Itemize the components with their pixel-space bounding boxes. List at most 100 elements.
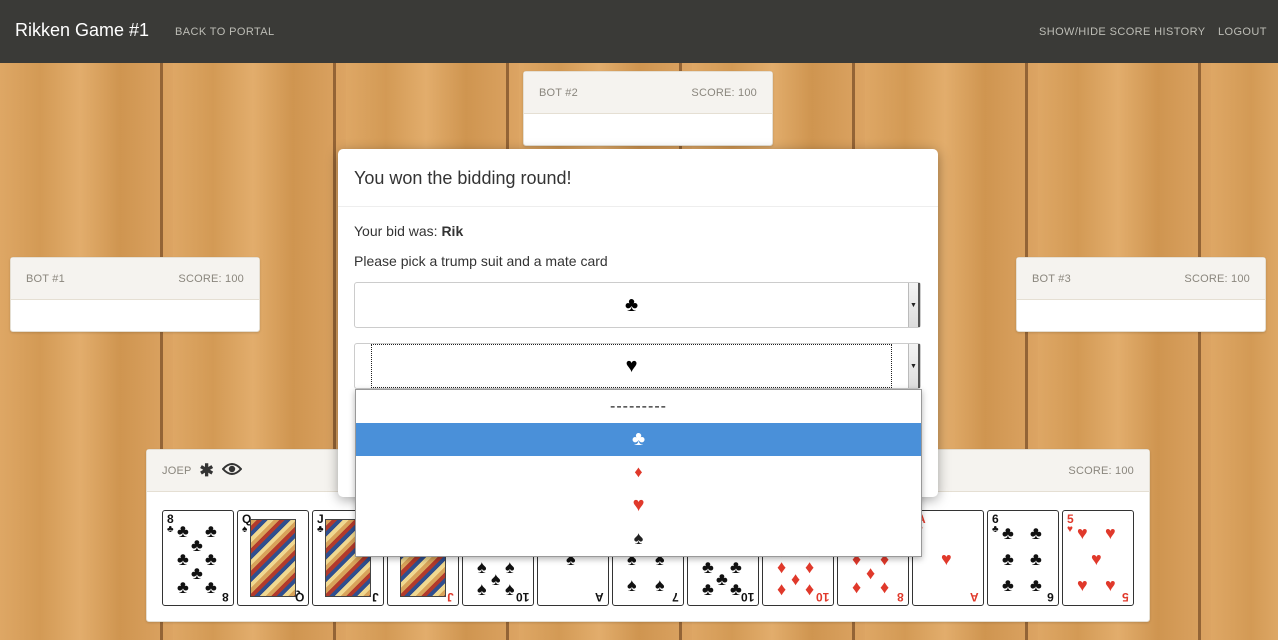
card-pip-icon: ♦ xyxy=(791,569,801,589)
mate-card-value: ♥ xyxy=(625,354,638,377)
mate-dropdown-arrow-icon[interactable]: ▼ xyxy=(908,344,920,388)
card-pip-icon: ♣ xyxy=(1002,523,1014,543)
bot-2-header: BOT #2 SCORE: 100 xyxy=(524,72,772,114)
card-pip-icon: ♣ xyxy=(1030,549,1042,569)
card-pip-icon: ♦ xyxy=(777,557,787,577)
navbar: Rikken Game #1 BACK TO PORTAL SHOW/HIDE … xyxy=(0,0,1278,63)
card-rank-bottom: 10 xyxy=(740,590,754,604)
card-pip-icon: ♦ xyxy=(805,557,815,577)
card-rank-bottom: A xyxy=(970,590,979,604)
bot-1-score: SCORE: 100 xyxy=(178,272,244,285)
option-diamonds[interactable]: ♦ xyxy=(356,456,921,489)
card-rank-bottom: J xyxy=(447,590,454,604)
playing-card[interactable]: 8 ♣ ♣ ♣ ♣ ♣ ♣ ♣ ♣ ♣ 8 xyxy=(162,510,234,606)
bot-3-score: SCORE: 100 xyxy=(1184,272,1250,285)
card-pip-icon: ♣ xyxy=(730,557,742,577)
card-suit-icon: ♣ xyxy=(167,524,174,535)
option-clubs[interactable]: ♣ xyxy=(356,423,921,456)
mate-card-dropdown-list[interactable]: --------- ♣ ♦ ♥ ♠ xyxy=(355,389,922,557)
player-info: JOEP ✱ xyxy=(162,460,243,481)
card-rank-bottom: 7 xyxy=(672,590,679,604)
card-pip-icon: ♣ xyxy=(1002,575,1014,595)
card-rank-bottom: 8 xyxy=(222,590,229,604)
eye-icon[interactable] xyxy=(221,462,243,479)
bid-prefix: Your bid was: xyxy=(354,223,442,239)
card-pip-icon: ♥ xyxy=(1077,523,1088,543)
card-rank-bottom: A xyxy=(595,590,604,604)
trump-dropdown-arrow-icon[interactable]: ▼ xyxy=(908,283,920,327)
card-pip-icon: ♦ xyxy=(777,579,787,599)
card-pip-icon: ♠ xyxy=(655,575,665,595)
card-pip-icon: ♣ xyxy=(702,557,714,577)
back-to-portal-link[interactable]: BACK TO PORTAL xyxy=(175,26,275,38)
card-rank-bottom: J xyxy=(372,590,379,604)
mate-card-select[interactable]: ♥ ▼ xyxy=(354,343,921,389)
card-pip-icon: ♠ xyxy=(477,579,487,599)
bot-3-header: BOT #3 SCORE: 100 xyxy=(1017,258,1265,300)
card-pip-icon: ♣ xyxy=(716,569,728,589)
face-card-art xyxy=(250,519,296,597)
card-pip-icon: ♠ xyxy=(627,575,637,595)
trump-suit-select[interactable]: ♣ ▼ xyxy=(354,282,921,328)
card-rank-bottom: Q xyxy=(294,590,304,604)
logout-link[interactable]: LOGOUT xyxy=(1218,26,1267,38)
bot-1-name: BOT #1 xyxy=(26,272,65,285)
playing-card[interactable]: Q ♠ Q xyxy=(237,510,309,606)
score-history-toggle-link[interactable]: SHOW/HIDE SCORE HISTORY xyxy=(1039,26,1205,38)
card-pip-icon: ♣ xyxy=(191,535,203,555)
bot-2-name: BOT #2 xyxy=(539,86,578,99)
card-pip-icon: ♣ xyxy=(205,549,217,569)
card-pip-icon: ♥ xyxy=(1077,575,1088,595)
card-pip-icon: ♣ xyxy=(177,549,189,569)
bot-2-score: SCORE: 100 xyxy=(691,86,757,99)
option-spades[interactable]: ♠ xyxy=(356,522,921,555)
bot-3-name: BOT #3 xyxy=(1032,272,1071,285)
bot-1-panel: BOT #1 SCORE: 100 xyxy=(10,257,260,332)
card-rank-bottom: 5 xyxy=(1122,590,1129,604)
playing-card[interactable]: 6 ♣ ♣ ♣ ♣ ♣ ♣ ♣ 6 xyxy=(987,510,1059,606)
card-suit-icon: ♥ xyxy=(1067,524,1073,535)
card-pip-icon: ♥ xyxy=(1105,523,1116,543)
card-rank-bottom: 10 xyxy=(515,590,529,604)
card-rank-bottom: 10 xyxy=(815,590,829,604)
trump-suit-value: ♣ xyxy=(624,293,639,316)
bid-info: Your bid was: Rik xyxy=(354,223,463,239)
card-suit-icon: ♣ xyxy=(992,524,999,535)
modal-divider xyxy=(338,206,938,207)
bot-3-panel: BOT #3 SCORE: 100 xyxy=(1016,257,1266,332)
card-pip-icon: ♠ xyxy=(505,579,515,599)
card-pip-icon: ♣ xyxy=(177,577,189,597)
bot-1-header: BOT #1 SCORE: 100 xyxy=(11,258,259,300)
card-pip-icon: ♦ xyxy=(852,577,862,597)
asterisk-icon: ✱ xyxy=(199,460,214,480)
card-pip-icon: ♣ xyxy=(191,563,203,583)
card-pip-icon: ♦ xyxy=(866,563,876,583)
playing-card[interactable]: 5 ♥ ♥ ♥ ♥ ♥ ♥ 5 xyxy=(1062,510,1134,606)
card-pip-icon: ♣ xyxy=(205,577,217,597)
card-pip-icon: ♣ xyxy=(1002,549,1014,569)
player-score: SCORE: 100 xyxy=(1068,464,1134,477)
bid-value: Rik xyxy=(441,223,464,239)
card-pip-icon: ♠ xyxy=(505,557,515,577)
card-pip-icon: ♣ xyxy=(702,579,714,599)
card-rank-bottom: 6 xyxy=(1047,590,1054,604)
game-title: Rikken Game #1 xyxy=(15,20,150,40)
card-suit-icon: ♣ xyxy=(317,524,324,535)
card-pip-icon: ♣ xyxy=(177,521,189,541)
playing-card[interactable]: A♥♥A xyxy=(912,510,984,606)
card-pip-icon: ♥ xyxy=(941,549,952,569)
option-hearts[interactable]: ♥ xyxy=(356,489,921,522)
card-pip-icon: ♣ xyxy=(205,521,217,541)
card-pip-icon: ♠ xyxy=(477,557,487,577)
card-pip-icon: ♥ xyxy=(1105,575,1116,595)
card-rank-bottom: 8 xyxy=(897,590,904,604)
card-pip-icon: ♥ xyxy=(1091,549,1102,569)
card-pip-icon: ♠ xyxy=(491,569,501,589)
option-none[interactable]: --------- xyxy=(356,390,921,423)
card-suit-icon: ♠ xyxy=(242,524,248,535)
card-pip-icon: ♣ xyxy=(1030,523,1042,543)
modal-title: You won the bidding round! xyxy=(354,168,572,188)
card-pip-icon: ♦ xyxy=(880,577,890,597)
player-name: JOEP xyxy=(162,464,192,477)
bot-2-panel: BOT #2 SCORE: 100 xyxy=(523,71,773,146)
